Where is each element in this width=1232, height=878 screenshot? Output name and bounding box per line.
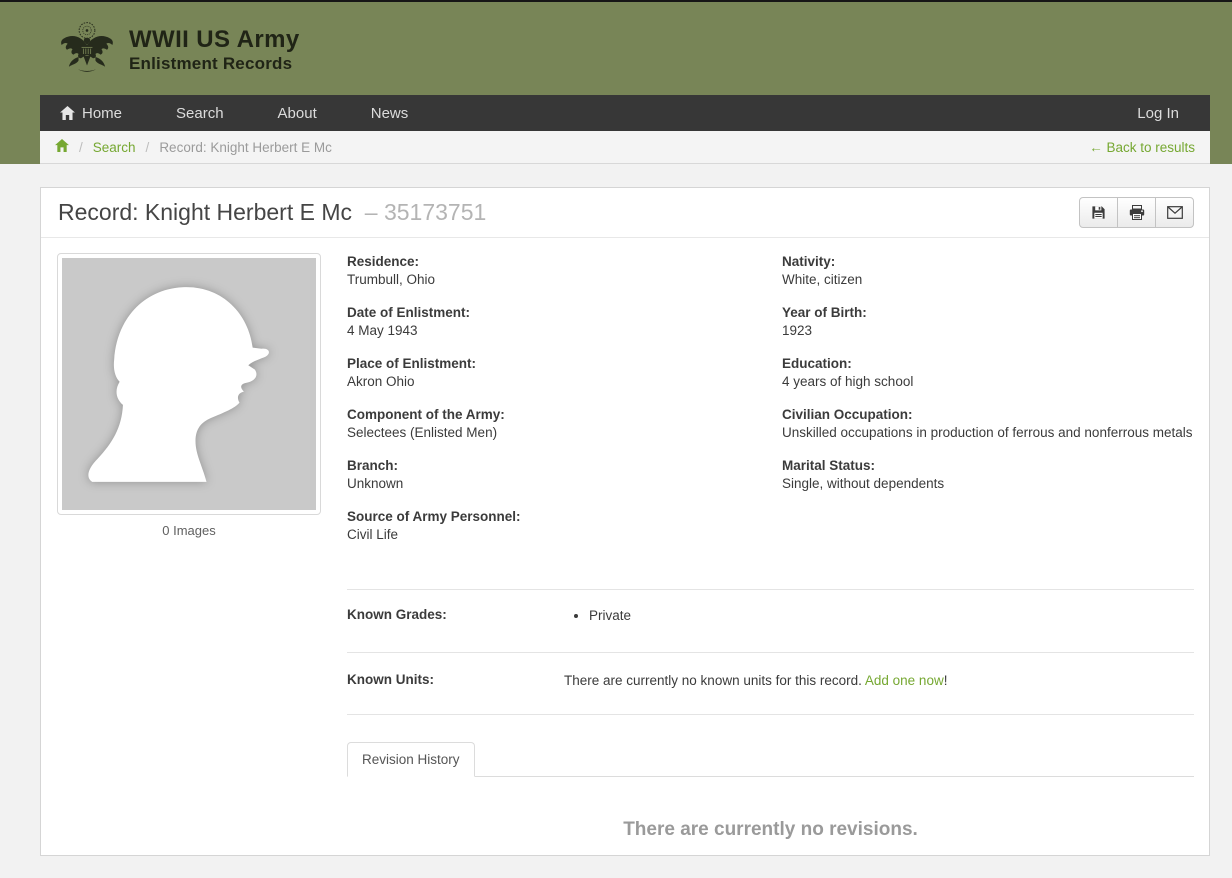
envelope-email-icon bbox=[1166, 206, 1183, 219]
tab-revision-history[interactable]: Revision History bbox=[347, 742, 475, 777]
nav-item-news[interactable]: News bbox=[344, 95, 436, 131]
record-tabs: Revision History bbox=[347, 742, 1194, 777]
save-record-button[interactable] bbox=[1079, 197, 1118, 228]
nav-item-label: Home bbox=[82, 104, 123, 122]
record-fields-column-2: Nativity: White, citizen Year of Birth: … bbox=[782, 253, 1194, 559]
field-nativity: Nativity: White, citizen bbox=[782, 254, 863, 287]
record-toolbar bbox=[1079, 197, 1194, 228]
breadcrumb-separator: / bbox=[145, 139, 150, 155]
breadcrumb-home-icon[interactable] bbox=[55, 139, 69, 155]
site-subtitle: Enlistment Records bbox=[129, 54, 293, 73]
field-marital-status: Marital Status: Single, without dependen… bbox=[782, 458, 945, 491]
home-icon bbox=[60, 106, 75, 120]
grade-item: Private bbox=[589, 607, 631, 625]
us-army-eagle-seal-icon bbox=[61, 21, 113, 72]
field-date-of-enlistment: Date of Enlistment: 4 May 1943 bbox=[347, 305, 471, 338]
known-grades-section: Known Grades: Private bbox=[347, 589, 1194, 652]
breadcrumb-search-link[interactable]: Search bbox=[93, 140, 136, 155]
site-title: WWII US Army bbox=[129, 26, 300, 53]
record-fields-column-1: Residence: Trumbull, Ohio Date of Enlist… bbox=[347, 253, 782, 559]
known-units-empty-message: There are currently no known units for t… bbox=[564, 673, 948, 688]
known-units-section: Known Units: There are currently no know… bbox=[347, 652, 1194, 715]
breadcrumb-separator: / bbox=[79, 139, 83, 155]
field-source-of-army-personnel: Source of Army Personnel: Civil Life bbox=[347, 509, 521, 542]
breadcrumb: / Search / Record: Knight Herbert E Mc ←… bbox=[40, 131, 1210, 164]
site-header: WWII US Army Enlistment Records bbox=[40, 0, 1210, 95]
print-record-button[interactable] bbox=[1117, 197, 1156, 228]
nav-item-search[interactable]: Search bbox=[149, 95, 251, 131]
soldier-silhouette-icon bbox=[88, 287, 270, 482]
known-grades-label: Known Grades: bbox=[347, 607, 447, 622]
record-title: Record: Knight Herbert E Mc bbox=[58, 199, 353, 225]
nav-item-label: News bbox=[370, 104, 409, 122]
record-serial-number: – 35173751 bbox=[364, 199, 487, 225]
nav-item-home[interactable]: Home bbox=[40, 95, 149, 131]
field-year-of-birth: Year of Birth: 1923 bbox=[782, 305, 867, 338]
main-navbar: Home Search About News Log In bbox=[40, 95, 1210, 131]
photo-placeholder-background bbox=[62, 258, 316, 510]
record-sections: Known Grades: Private Known Units: There… bbox=[347, 589, 1194, 715]
record-card-body: 0 Images Residence: Trumbull, Ohio Date … bbox=[41, 238, 1209, 841]
field-residence: Residence: Trumbull, Ohio bbox=[347, 254, 436, 287]
revisions-empty-message: There are currently no revisions. bbox=[623, 819, 918, 840]
back-to-results-link[interactable]: ← Back to results bbox=[1089, 140, 1195, 155]
window-top-edge bbox=[0, 0, 1232, 2]
nav-item-about[interactable]: About bbox=[251, 95, 344, 131]
field-branch: Branch: Unknown bbox=[347, 458, 404, 491]
email-record-button[interactable] bbox=[1155, 197, 1194, 228]
field-education: Education: 4 years of high school bbox=[782, 356, 914, 389]
known-units-label: Known Units: bbox=[347, 672, 434, 687]
record-card: Record: Knight Herbert E Mc – 35173751 0… bbox=[40, 187, 1210, 856]
add-unit-link[interactable]: Add one now bbox=[865, 673, 944, 688]
nav-item-label: About bbox=[277, 104, 317, 122]
floppy-disk-save-icon bbox=[1092, 206, 1105, 219]
record-details-column: Residence: Trumbull, Ohio Date of Enlist… bbox=[347, 253, 1194, 841]
field-component-of-army: Component of the Army: Selectees (Enlist… bbox=[347, 407, 505, 440]
images-count-caption: 0 Images bbox=[162, 523, 216, 538]
nav-item-label: Search bbox=[176, 104, 224, 122]
breadcrumb-current: Record: Knight Herbert E Mc bbox=[159, 139, 332, 155]
record-card-header: Record: Knight Herbert E Mc – 35173751 bbox=[41, 188, 1209, 238]
page-title: Record: Knight Herbert E Mc – 35173751 bbox=[58, 199, 486, 226]
printer-icon bbox=[1129, 205, 1144, 220]
record-fields: Residence: Trumbull, Ohio Date of Enlist… bbox=[347, 253, 1194, 559]
field-civilian-occupation: Civilian Occupation: Unskilled occupatio… bbox=[782, 407, 1193, 440]
record-photo-placeholder bbox=[57, 253, 321, 515]
grades-list: Private bbox=[564, 607, 631, 625]
login-button[interactable]: Log In bbox=[1106, 95, 1210, 131]
record-image-column: 0 Images bbox=[57, 253, 321, 841]
field-place-of-enlistment: Place of Enlistment: Akron Ohio bbox=[347, 356, 477, 389]
